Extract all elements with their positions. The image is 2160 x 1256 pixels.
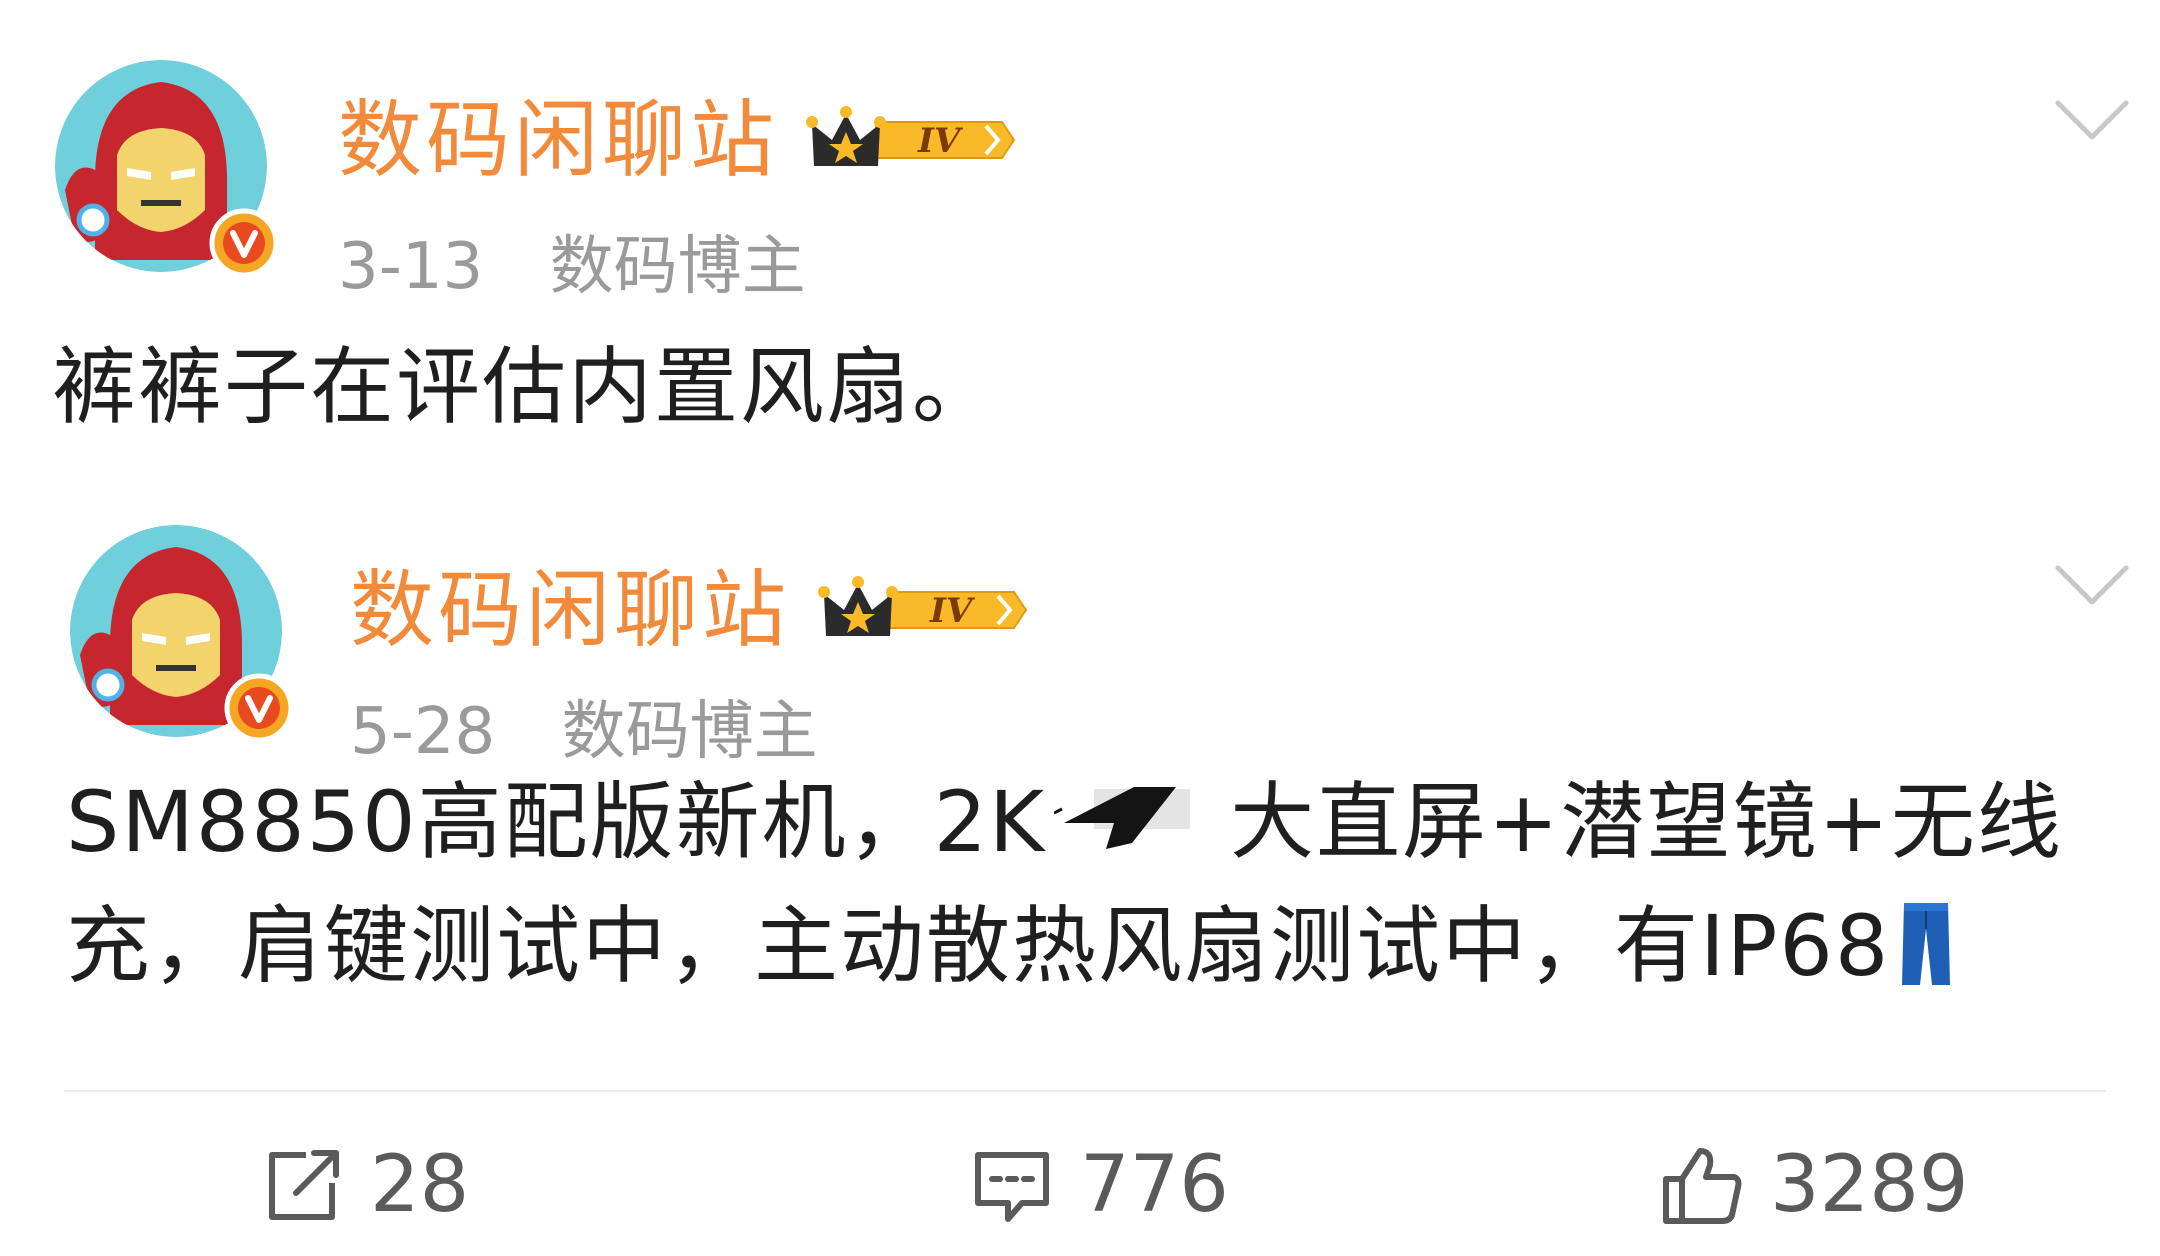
post-date: 3-13 <box>338 230 484 304</box>
username[interactable]: 数码闲聊站 <box>338 85 778 195</box>
comment-count: 776 <box>1080 1140 1229 1230</box>
post-text-part1: SM8850高配版新机，2K <box>66 773 1047 871</box>
action-bar: 28 776 3289 <box>0 1110 2160 1250</box>
avatar[interactable] <box>70 525 294 743</box>
redaction-mark <box>1054 787 1191 850</box>
crown-level-icon[interactable]: IV <box>806 100 1016 180</box>
repost-button[interactable]: 28 <box>260 1140 469 1230</box>
chevron-down-icon[interactable] <box>2052 560 2132 610</box>
post-text-content: 裤裤子在评估内置风扇。 <box>52 338 999 436</box>
thumbs-up-icon <box>1663 1148 1742 1224</box>
level-badge-text: IV <box>917 121 964 161</box>
author-category: 数码博主 <box>549 230 806 304</box>
chevron-down-icon[interactable] <box>2052 95 2132 145</box>
jeans-emoji-icon <box>1902 903 1951 986</box>
avatar[interactable] <box>55 60 279 278</box>
repost-count: 28 <box>370 1140 470 1230</box>
author-row: 数码闲聊站 IV <box>350 555 1028 665</box>
post-date: 5-28 <box>350 695 496 769</box>
verified-v-icon <box>209 208 279 278</box>
post-meta: 5-28 数码博主 <box>350 680 818 772</box>
crown-level-icon[interactable]: IV <box>818 570 1028 650</box>
post-meta: 3-13 数码博主 <box>338 215 806 307</box>
post-card-1: 数码闲聊站 IV 3-13 数码博主 裤裤子在评估内置风扇。 <box>0 55 2160 436</box>
author-category: 数码博主 <box>561 695 818 769</box>
level-badge-text: IV <box>929 591 976 631</box>
repost-icon <box>269 1150 339 1220</box>
like-button[interactable]: 3289 <box>1660 1140 1969 1230</box>
post-text: SM8850高配版新机，2K 大直屏+潜望镜+无线充，肩键测试中，主动散热风扇测试… <box>66 760 2126 1008</box>
action-divider <box>64 1090 2106 1092</box>
post-text: 裤裤子在评估内置风扇。 <box>52 325 2112 449</box>
username[interactable]: 数码闲聊站 <box>350 555 790 665</box>
verified-v-icon <box>224 673 294 743</box>
comment-button[interactable]: 776 <box>970 1140 1229 1230</box>
post-card-2: 数码闲聊站 IV 5-28 数码博主 SM8850高配版新机，2K 大直屏+潜望镜… <box>0 520 2160 1040</box>
like-count: 3289 <box>1770 1140 1969 1230</box>
author-row: 数码闲聊站 IV <box>338 85 1016 195</box>
comment-icon <box>975 1152 1049 1222</box>
